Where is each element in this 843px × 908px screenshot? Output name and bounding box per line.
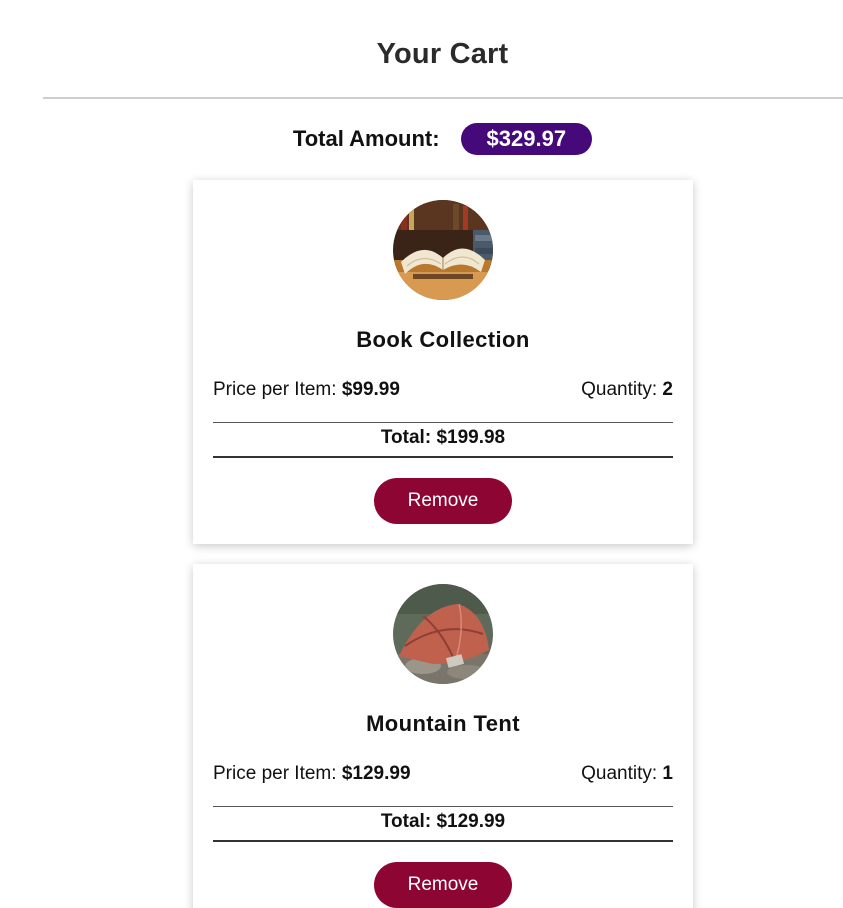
remove-button[interactable]: Remove [374,478,512,524]
quantity: Quantity: 1 [581,763,673,785]
header-divider [43,97,843,99]
item-name: Book Collection [356,327,530,352]
price-value: $99.99 [341,379,400,400]
total-divider-bottom [213,456,673,458]
quantity-value: 1 [662,763,673,784]
price-label: Price per Item: [213,379,337,400]
cart-item-card: Mountain Tent Price per Item: $129.99 Qu… [193,564,693,908]
price-label: Price per Item: [213,763,337,784]
quantity-label: Quantity: [581,379,658,400]
price-per-item: Price per Item: $99.99 [213,379,400,401]
cart-item-list: Book Collection Price per Item: $99.99 Q… [193,180,693,908]
total-divider-top [213,422,673,423]
total-divider-top [213,806,673,807]
cart-page: Your Cart Total Amount: $329.97 Book Col… [0,0,843,908]
total-amount-label: Total Amount: [292,126,440,151]
quantity-label: Quantity: [581,763,658,784]
item-meta-row: Price per Item: $99.99 Quantity: 2 [213,379,673,401]
cart-item-card: Book Collection Price per Item: $99.99 Q… [193,180,693,544]
mountain-tent-image [393,584,493,684]
total-amount-badge: $329.97 [460,123,593,155]
quantity-value: 2 [662,379,673,400]
total-summary: Total Amount: $329.97 [0,123,843,155]
price-per-item: Price per Item: $129.99 [213,763,411,785]
item-total: Total: $199.98 [380,427,506,448]
remove-button[interactable]: Remove [374,862,512,908]
book-collection-image [393,200,493,300]
total-divider-bottom [213,840,673,842]
quantity: Quantity: 2 [581,379,673,401]
price-value: $129.99 [341,763,411,784]
page-title: Your Cart [376,38,509,70]
item-meta-row: Price per Item: $129.99 Quantity: 1 [213,763,673,785]
item-total: Total: $129.99 [380,811,506,832]
item-name: Mountain Tent [366,711,520,736]
